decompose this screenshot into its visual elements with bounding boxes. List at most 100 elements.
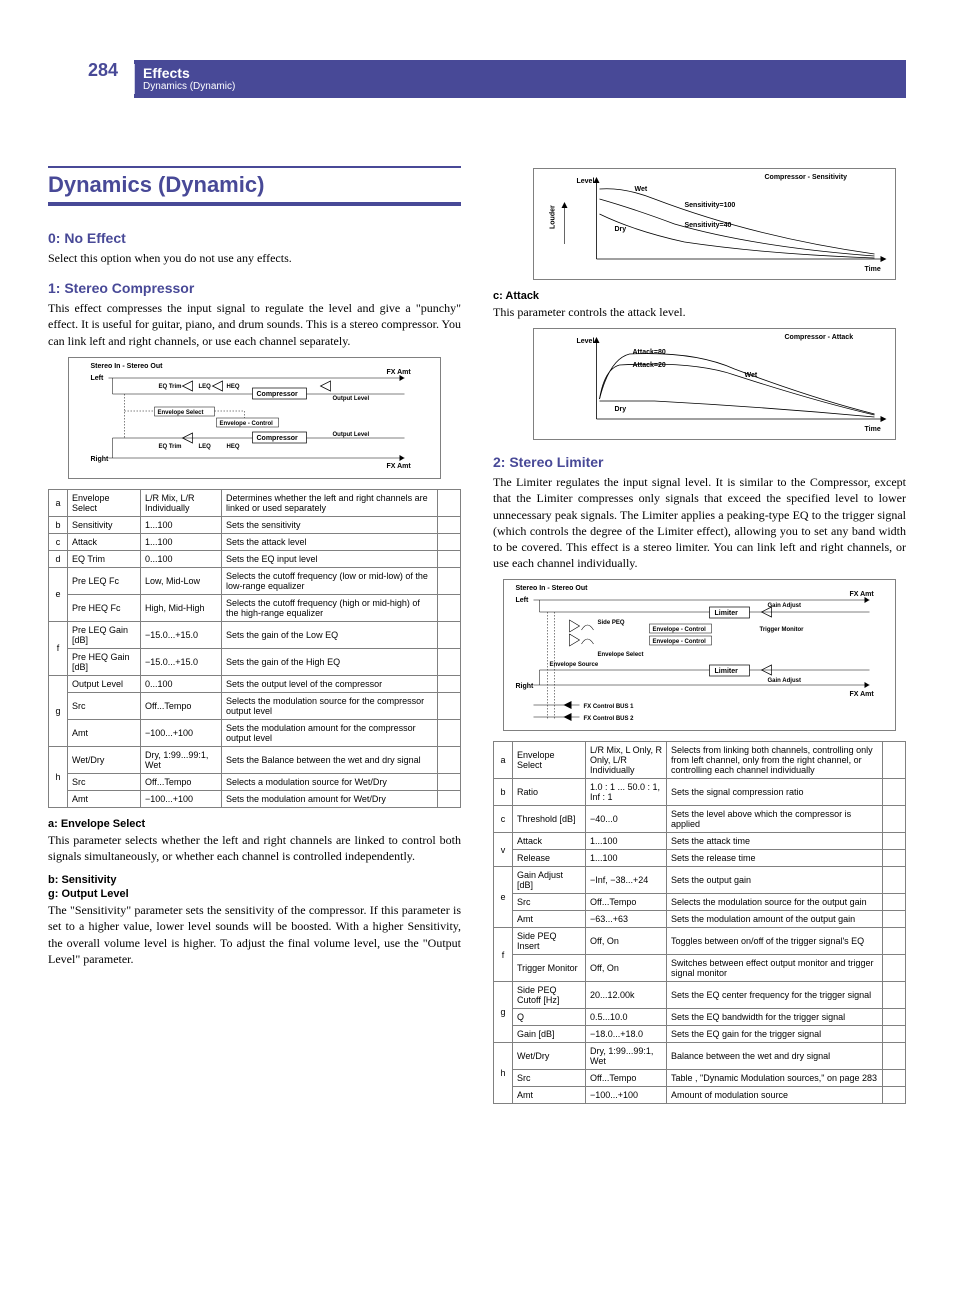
table-param-name: Amt <box>68 719 141 746</box>
table-param-range: −15.0...+15.0 <box>141 621 222 648</box>
table-param-range: Off, On <box>586 928 667 955</box>
table-param-range: 1...100 <box>586 833 667 850</box>
table-param-name: Src <box>68 773 141 790</box>
table-param-desc: Switches between effect output monitor a… <box>667 955 883 982</box>
table-idx: f <box>49 621 68 675</box>
table-param-desc: Selects a modulation source for Wet/Dry <box>222 773 438 790</box>
table-param-name: Sensitivity <box>68 516 141 533</box>
table-param-desc: Sets the signal compression ratio <box>667 779 883 806</box>
svg-text:Right: Right <box>516 683 535 690</box>
table-param-name: Ratio <box>513 779 586 806</box>
svg-text:FX Control BUS 1: FX Control BUS 1 <box>584 704 635 710</box>
table-param-range: Off, On <box>586 955 667 982</box>
table-idx: h <box>49 746 68 807</box>
table-param-name: Q <box>513 1009 586 1026</box>
svg-text:Side PEQ: Side PEQ <box>598 620 625 626</box>
svg-text:Compressor: Compressor <box>257 435 299 442</box>
table-param-range: −100...+100 <box>141 719 222 746</box>
table-idx: f <box>494 928 513 982</box>
table-trail <box>883 982 906 1009</box>
block-diagram-compressor: Stereo In - Stereo Out Left FX Amt EQ Tr… <box>68 357 441 479</box>
table-param-name: Attack <box>513 833 586 850</box>
table-param-range: −63...+63 <box>586 911 667 928</box>
svg-text:Level: Level <box>577 338 595 345</box>
svg-text:LEQ: LEQ <box>199 444 212 450</box>
table-trail <box>438 746 461 773</box>
table-param-name: Output Level <box>68 675 141 692</box>
table-param-range: Dry, 1:99...99:1, Wet <box>141 746 222 773</box>
page-header: 284 Effects Dynamics (Dynamic) <box>48 60 906 132</box>
svg-text:Limiter: Limiter <box>715 610 739 617</box>
svg-text:Envelope - Control: Envelope - Control <box>653 639 707 645</box>
table-trail <box>438 675 461 692</box>
block-diagram-limiter: Stereo In - Stereo Out Left FX Amt Limit… <box>503 579 896 731</box>
table-param-name: Wet/Dry <box>68 746 141 773</box>
table-param-range: Dry, 1:99...99:1, Wet <box>586 1043 667 1070</box>
table-param-desc: Amount of modulation source <box>667 1087 883 1104</box>
header-title: Effects <box>143 66 235 81</box>
table-param-name: Pre LEQ Fc <box>68 567 141 594</box>
table-idx: d <box>49 550 68 567</box>
table-param-name: Side PEQ Cutoff [Hz] <box>513 982 586 1009</box>
svg-text:Stereo In - Stereo Out: Stereo In - Stereo Out <box>516 585 589 592</box>
table-param-name: Pre LEQ Gain [dB] <box>68 621 141 648</box>
table-param-name: Envelope Select <box>68 489 141 516</box>
table-param-range: 0.5...10.0 <box>586 1009 667 1026</box>
svg-text:Right: Right <box>91 456 110 463</box>
svg-text:HEQ: HEQ <box>227 384 240 390</box>
table-param-desc: Sets the gain of the High EQ <box>222 648 438 675</box>
table-trail <box>438 692 461 719</box>
table-idx: a <box>494 742 513 779</box>
table-idx: b <box>494 779 513 806</box>
svg-text:Attack=80: Attack=80 <box>633 349 666 356</box>
table-param-range: −100...+100 <box>141 790 222 807</box>
table-param-desc: Determines whether the left and right ch… <box>222 489 438 516</box>
table-param-range: L/R Mix, L/R Individually <box>141 489 222 516</box>
table-param-range: 1...100 <box>141 533 222 550</box>
body-2: The Limiter regulates the input signal l… <box>493 474 906 571</box>
table-param-desc: Toggles between on/off of the trigger si… <box>667 928 883 955</box>
table-trail <box>883 1043 906 1070</box>
svg-text:Limiter: Limiter <box>715 668 739 675</box>
table-param-name: Gain Adjust [dB] <box>513 867 586 894</box>
table-param-name: Pre HEQ Gain [dB] <box>68 648 141 675</box>
param-bg-body: The "Sensitivity" parameter sets the sen… <box>48 902 461 967</box>
svg-text:Time: Time <box>865 426 881 433</box>
table-trail <box>438 790 461 807</box>
table-param-name: Pre HEQ Fc <box>68 594 141 621</box>
sub-title-1: 1: Stereo Compressor <box>48 280 461 296</box>
table-param-range: 0...100 <box>141 550 222 567</box>
svg-text:Envelope Select: Envelope Select <box>158 410 204 416</box>
table-param-name: Trigger Monitor <box>513 955 586 982</box>
table-trail <box>438 533 461 550</box>
table-trail <box>883 955 906 982</box>
body-0: Select this option when you do not use a… <box>48 250 461 266</box>
table-param-desc: Selects the cutoff frequency (low or mid… <box>222 567 438 594</box>
table-param-range: L/R Mix, L Only, R Only, L/R Individuall… <box>586 742 667 779</box>
svg-text:Sensitivity=40: Sensitivity=40 <box>685 222 732 229</box>
svg-text:Envelope - Control: Envelope - Control <box>220 421 274 427</box>
table-param-desc: Sets the attack time <box>667 833 883 850</box>
table-param-desc: Selects the cutoff frequency (high or mi… <box>222 594 438 621</box>
svg-text:HEQ: HEQ <box>227 444 240 450</box>
section-title: Dynamics (Dynamic) <box>48 166 461 206</box>
table-param-desc: Sets the modulation amount for Wet/Dry <box>222 790 438 807</box>
table-idx: g <box>49 675 68 746</box>
table-param-name: Side PEQ Insert <box>513 928 586 955</box>
table-param-range: −15.0...+15.0 <box>141 648 222 675</box>
table-trail <box>883 742 906 779</box>
table-param-range: Off...Tempo <box>141 692 222 719</box>
table-idx: c <box>494 806 513 833</box>
table-param-name: Envelope Select <box>513 742 586 779</box>
table-param-range: Off...Tempo <box>141 773 222 790</box>
table-param-desc: Table , "Dynamic Modulation sources," on… <box>667 1070 883 1087</box>
table-param-name: Src <box>513 1070 586 1087</box>
table-param-desc: Selects the modulation source for the co… <box>222 692 438 719</box>
svg-text:Sensitivity=100: Sensitivity=100 <box>685 202 736 209</box>
table-param-range: 1...100 <box>141 516 222 533</box>
table-param-name: Attack <box>68 533 141 550</box>
table-idx: e <box>494 867 513 928</box>
table-trail <box>438 567 461 594</box>
table-idx: a <box>49 489 68 516</box>
table-param-name: Amt <box>513 911 586 928</box>
